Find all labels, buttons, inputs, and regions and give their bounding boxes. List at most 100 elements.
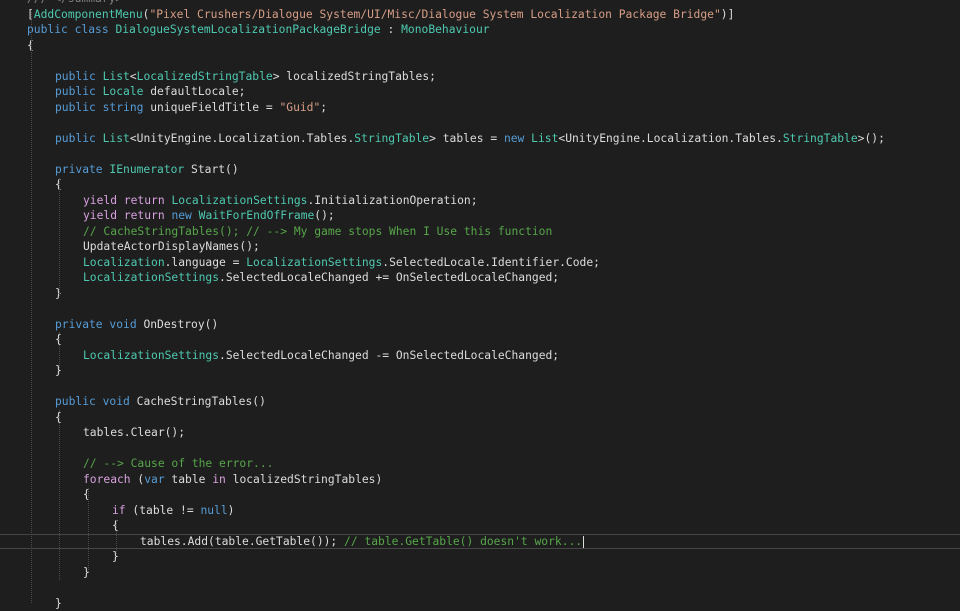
code-text: yield return LocalizationSettings.Initia… (83, 193, 478, 209)
code-line[interactable]: { (0, 410, 960, 426)
code-line[interactable]: yield return new WaitForEndOfFrame(); (0, 208, 960, 224)
code-token: .SelectedLocale.Identifier.Code; (382, 256, 600, 269)
code-token: .SelectedLocaleChanged += OnSelectedLoca… (219, 271, 559, 284)
code-token: >(); (858, 132, 885, 145)
code-line[interactable]: LocalizationSettings.SelectedLocaleChang… (0, 348, 960, 364)
code-token: class (75, 23, 109, 36)
code-line[interactable]: { (0, 38, 960, 54)
code-line[interactable]: UpdateActorDisplayNames(); (0, 239, 960, 255)
code-line[interactable]: { (0, 518, 960, 534)
code-text: if (table != null) (112, 503, 234, 519)
code-token: LocalizationSettings (171, 194, 307, 207)
code-token: List (103, 70, 130, 83)
code-text: // CacheStringTables(); // --> My game s… (83, 224, 552, 240)
code-line[interactable]: private IEnumerator Start() (0, 162, 960, 178)
code-line[interactable]: public class DialogueSystemLocalizationP… (0, 22, 960, 38)
code-token: public (55, 132, 96, 145)
code-text: public List<UnityEngine.Localization.Tab… (55, 131, 885, 147)
code-token: LocalizationSettings (83, 349, 219, 362)
code-line[interactable]: public Locale defaultLocale; (0, 84, 960, 100)
code-line[interactable]: Localization.language = LocalizationSett… (0, 255, 960, 271)
code-line[interactable]: if (table != null) (0, 503, 960, 519)
text-caret (583, 536, 584, 548)
code-token: WaitForEndOfFrame (199, 209, 315, 222)
code-token: Localization (83, 256, 165, 269)
code-token: /// </summary> (27, 0, 122, 5)
code-editor[interactable]: /// </summary> [AddComponentMenu("Pixel C… (0, 0, 960, 603)
code-token (68, 23, 75, 36)
indent-guide (59, 332, 60, 374)
code-line[interactable]: tables.Clear(); (0, 425, 960, 441)
code-token (96, 85, 103, 98)
code-line[interactable]: [AddComponentMenu("Pixel Crushers/Dialog… (0, 7, 960, 23)
code-line[interactable]: } (0, 286, 960, 302)
code-line[interactable] (0, 115, 960, 131)
code-token (96, 101, 103, 114)
code-token: uniqueFieldTitle = (143, 101, 279, 114)
code-token: IEnumerator (109, 163, 184, 176)
code-text: } (55, 596, 62, 611)
code-token: private (55, 318, 103, 331)
code-token: var (144, 473, 164, 486)
code-token: // table.GetTable() doesn't work... (344, 535, 582, 548)
code-text: private IEnumerator Start() (55, 162, 239, 178)
code-token: tables.Add(table.GetTable()); (140, 535, 344, 548)
code-token: DialogueSystemLocalizationPackageBridge (115, 23, 380, 36)
code-token: <UnityEngine.Localization.Tables. (130, 132, 354, 145)
indent-guide (31, 12, 32, 603)
code-token (192, 209, 199, 222)
code-line[interactable]: { (0, 487, 960, 503)
code-line[interactable] (0, 53, 960, 69)
code-line[interactable]: private void OnDestroy() (0, 317, 960, 333)
code-token: defaultLocale; (143, 85, 245, 98)
code-text: public string uniqueFieldTitle = "Guid"; (55, 100, 327, 116)
code-token: private (55, 163, 103, 176)
code-line[interactable]: public void CacheStringTables() (0, 394, 960, 410)
code-line[interactable]: public string uniqueFieldTitle = "Guid"; (0, 100, 960, 116)
code-line[interactable]: yield return LocalizationSettings.Initia… (0, 193, 960, 209)
code-line[interactable]: } (0, 549, 960, 565)
code-token: in (212, 473, 226, 486)
code-line[interactable]: public List<LocalizedStringTable> locali… (0, 69, 960, 85)
code-token: < (130, 70, 137, 83)
code-line[interactable]: // CacheStringTables(); // --> My game s… (0, 224, 960, 240)
code-line[interactable]: // --> Cause of the error... (0, 456, 960, 472)
code-token: List (103, 132, 130, 145)
code-token: new (171, 209, 191, 222)
code-line[interactable]: public List<UnityEngine.Localization.Tab… (0, 131, 960, 147)
code-line[interactable] (0, 580, 960, 596)
code-token: tables.Clear(); (83, 426, 185, 439)
code-line[interactable]: tables.Add(table.GetTable()); // table.G… (0, 534, 960, 550)
code-text: LocalizationSettings.SelectedLocaleChang… (83, 270, 559, 286)
code-text: UpdateActorDisplayNames(); (83, 239, 260, 255)
code-line[interactable]: } (0, 565, 960, 581)
code-token: void (103, 395, 130, 408)
code-text: public void CacheStringTables() (55, 394, 266, 410)
code-token: <UnityEngine.Localization.Tables. (558, 132, 782, 145)
code-token: > localizedStringTables; (273, 70, 436, 83)
code-token: )] (721, 8, 735, 21)
code-token: null (200, 504, 227, 517)
code-line[interactable] (0, 441, 960, 457)
code-text: tables.Add(table.GetTable()); // table.G… (140, 535, 584, 549)
code-text: public List<LocalizedStringTable> locali… (55, 69, 436, 85)
code-line[interactable]: LocalizationSettings.SelectedLocaleChang… (0, 270, 960, 286)
code-line[interactable] (0, 146, 960, 162)
code-line[interactable]: { (0, 332, 960, 348)
code-token: (); (314, 209, 334, 222)
code-line[interactable]: { (0, 177, 960, 193)
code-text: [AddComponentMenu("Pixel Crushers/Dialog… (27, 7, 734, 23)
code-text: // --> Cause of the error... (83, 456, 273, 472)
code-token: // CacheStringTables(); // --> My game s… (83, 225, 552, 238)
code-token: yield (83, 194, 117, 207)
code-token: foreach (83, 473, 131, 486)
code-line[interactable] (0, 301, 960, 317)
indent-guide (59, 410, 60, 580)
code-line[interactable]: } (0, 596, 960, 611)
code-token: .SelectedLocaleChanged -= OnSelectedLoca… (219, 349, 559, 362)
code-token: List (531, 132, 558, 145)
code-token: ) (228, 504, 235, 517)
code-line[interactable]: } (0, 363, 960, 379)
code-line[interactable] (0, 379, 960, 395)
code-line[interactable]: foreach (var table in localizedStringTab… (0, 472, 960, 488)
